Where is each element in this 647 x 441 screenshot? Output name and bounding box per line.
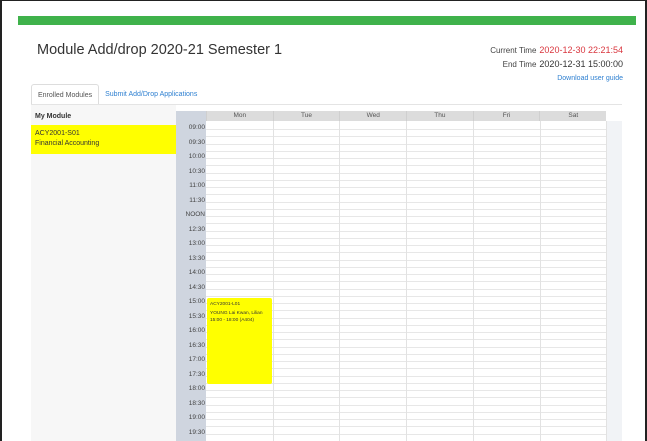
time-slot-label: 17:00	[188, 356, 205, 363]
time-slot-label: 19:00	[188, 414, 205, 421]
grid-col-line	[406, 121, 408, 441]
calendar-scroll-strip	[606, 121, 622, 441]
time-slot-label: 17:30	[188, 370, 205, 378]
day-header-fri: Fri	[472, 111, 540, 121]
day-header-wed: Wed	[339, 111, 407, 121]
day-header-mon: Mon	[206, 111, 273, 121]
time-slot-label: 16:00	[188, 327, 205, 334]
time-slot-label: 13:00	[188, 240, 205, 247]
day-header-sat: Sat	[539, 111, 607, 121]
time-slot-label: NOON	[185, 211, 206, 218]
grid-col-line	[606, 121, 608, 441]
grid-col-line	[272, 121, 274, 441]
time-slot-label: 19:30	[188, 428, 205, 436]
module-name: Financial Accounting	[35, 140, 100, 147]
time-slot-label: 12:30	[188, 225, 205, 233]
download-user-guide-link[interactable]: Download user guide	[557, 75, 623, 82]
tab-submit-add-drop[interactable]: Submit Add/Drop Applications	[99, 84, 203, 105]
tab-bar: Enrolled Modules Submit Add/Drop Applica…	[31, 84, 203, 105]
day-header-tue: Tue	[272, 111, 340, 121]
time-slot-label: 18:00	[188, 385, 205, 392]
calendar-corner	[176, 111, 206, 121]
time-slot-label: 13:30	[188, 254, 205, 262]
accent-bar	[18, 16, 636, 25]
time-slot-label: 09:00	[188, 124, 205, 131]
event-time-room: 15:00 - 18:00 (A404)	[210, 318, 255, 323]
calendar-grid	[206, 121, 622, 441]
time-slot-label: 11:30	[189, 196, 205, 204]
time-slot-label: 09:30	[188, 138, 205, 146]
time-slot-label: 14:30	[188, 283, 205, 291]
calendar-event[interactable]: ACY2001-L01 YOUNG Lai Kwan, Lilian 15:00…	[207, 298, 272, 384]
current-time-value: 2020-12-30 22:21:54	[539, 45, 623, 55]
grid-col-line	[539, 121, 541, 441]
sidebar: My Module ACY2001-S01 Financial Accounti…	[31, 105, 176, 441]
time-slot-label: 10:00	[188, 153, 205, 160]
time-slot-label: 15:30	[188, 312, 205, 320]
end-time-label: End Time	[502, 60, 537, 69]
grid-col-line	[339, 121, 341, 441]
time-info: Current Time 2020-12-30 22:21:54 End Time…	[490, 43, 623, 71]
time-slot-label: 18:30	[188, 399, 205, 407]
module-code: ACY2001-S01	[35, 130, 80, 137]
page-title: Module Add/drop 2020-21 Semester 1	[37, 42, 283, 58]
my-module-title: My Module	[35, 113, 72, 120]
current-time-label: Current Time	[490, 46, 537, 55]
time-slot-label: 11:00	[189, 182, 205, 189]
time-slot-label: 15:00	[188, 298, 205, 305]
grid-col-line	[472, 121, 474, 441]
day-header-thu: Thu	[406, 111, 473, 121]
time-slot-label: 14:00	[188, 269, 205, 276]
module-card[interactable]: ACY2001-S01 Financial Accounting	[31, 125, 176, 154]
end-time-value: 2020-12-31 15:00:00	[539, 59, 623, 69]
event-instructor: YOUNG Lai Kwan, Lilian	[210, 311, 263, 316]
event-code: ACY2001-L01	[210, 302, 241, 307]
timetable-calendar: Mon Tue Wed Thu Fri Sat 09:00 09:30 10:00 1…	[176, 111, 622, 441]
tab-enrolled-modules[interactable]: Enrolled Modules	[31, 84, 100, 105]
time-slot-label: 16:30	[188, 341, 205, 349]
calendar-header: Mon Tue Wed Thu Fri Sat	[176, 111, 622, 121]
time-slot-label: 10:30	[188, 167, 205, 175]
time-column: 09:00 09:30 10:00 10:30 11:00 11:30 NOON 12:30 1…	[176, 121, 206, 441]
